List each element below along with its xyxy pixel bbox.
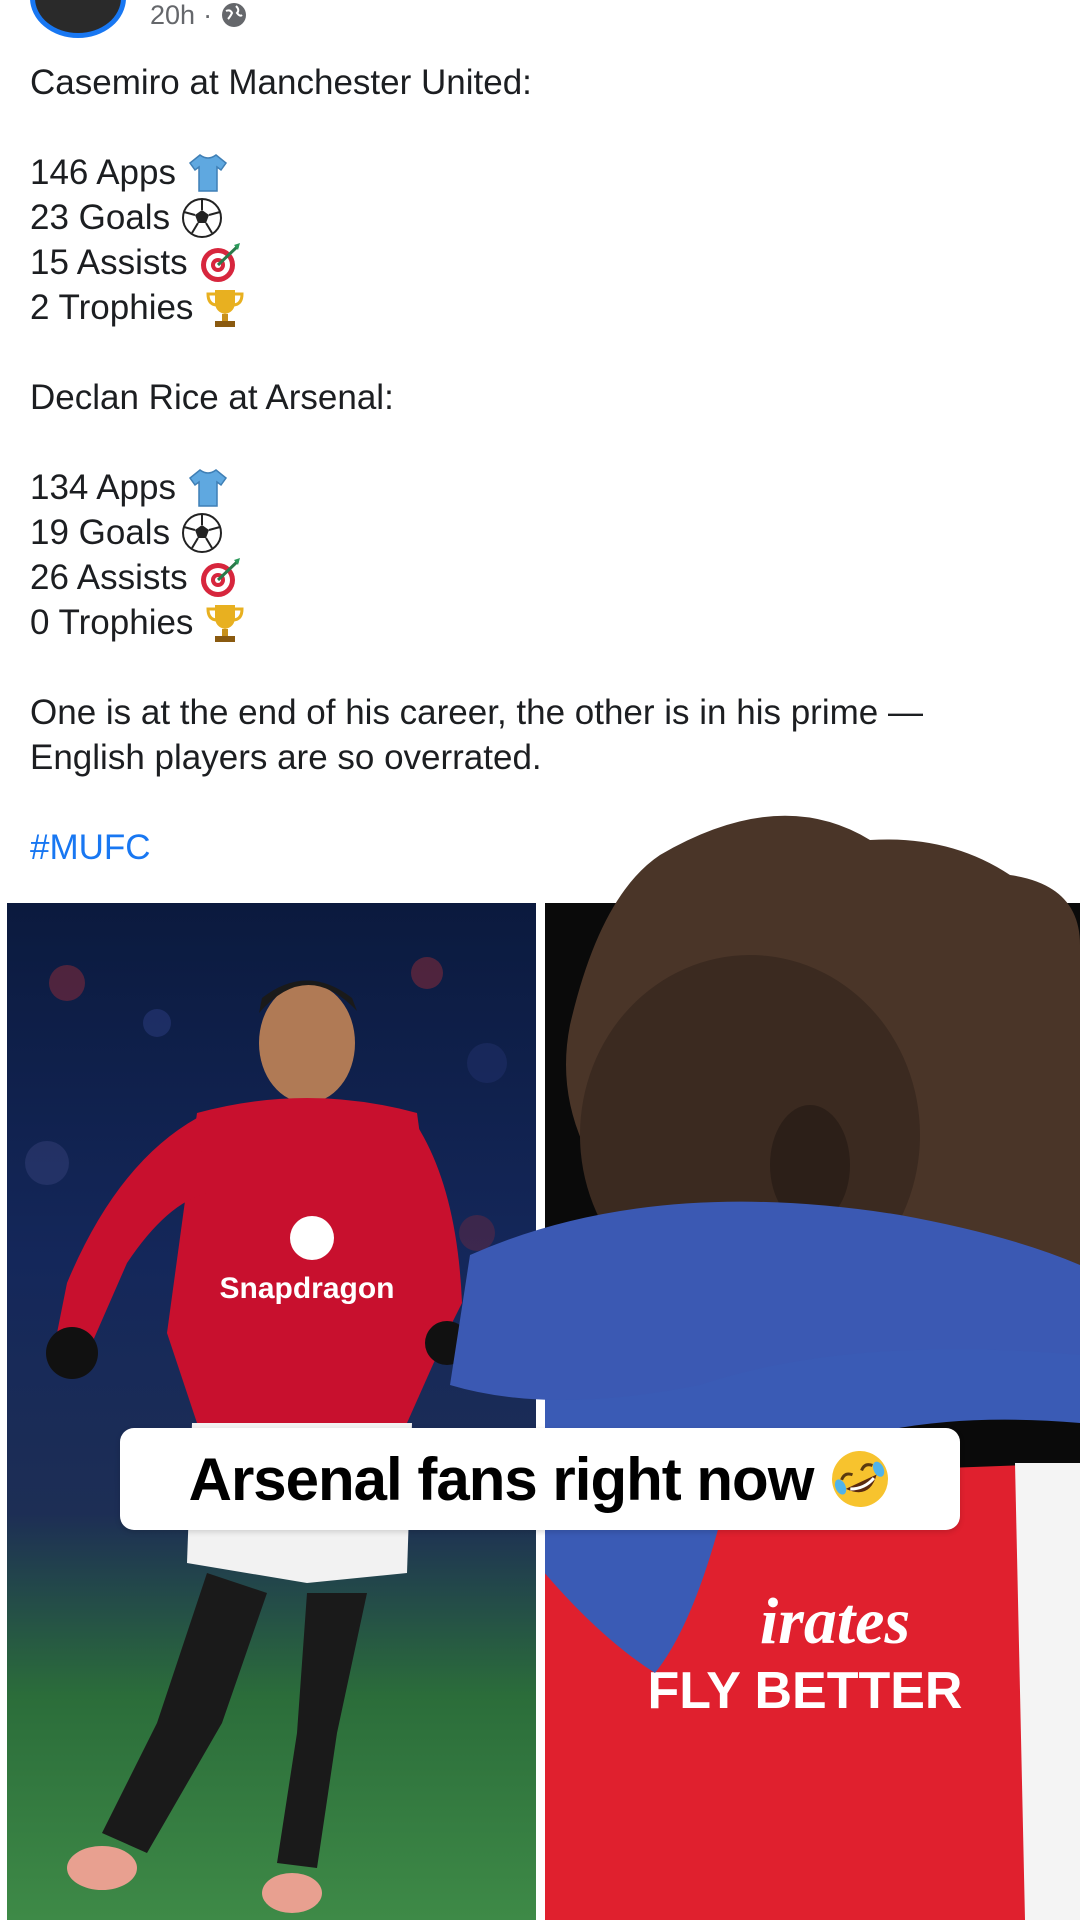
soccer-ball-icon [182,512,223,553]
post-meta: 20h · [150,0,248,30]
stat-apps-rice: 134 Apps [30,468,176,507]
target-icon [200,242,240,282]
shirt-icon [188,468,227,507]
rice-heading: Declan Rice at Arsenal: [30,378,394,417]
stat-line: 15 Assists [30,240,1040,285]
fan-cutout [450,815,1080,1400]
post-text: Casemiro at Manchester United: 146 Apps … [30,60,1040,870]
stat-line: 2 Trophies [30,285,1040,330]
post-timestamp[interactable]: 20h [150,0,195,30]
stat-line: 0 Trophies [30,600,1040,645]
trophy-icon [206,289,244,327]
caption-overlay: Arsenal fans right now [120,1428,960,1530]
sponsor-line-1: irates [760,1585,910,1658]
sponsor-snapdragon: Snapdragon [219,1272,394,1305]
sponsor-line-2: FLY BETTER [648,1662,963,1720]
shirt-icon [188,153,227,192]
soccer-ball-icon [182,197,223,238]
meta-separator: · [203,0,213,30]
stat-goals-casemiro: 23 Goals [30,198,171,237]
stat-line: 146 Apps [30,150,1040,195]
casemiro-heading: Casemiro at Manchester United: [30,63,532,102]
stat-line: 26 Assists [30,555,1040,600]
stat-line: 134 Apps [30,465,1040,510]
stat-line: 19 Goals [30,510,1040,555]
conclusion-line-1: One is at the end of his career, the oth… [30,693,923,732]
trophy-icon [206,604,244,642]
globe-icon [222,3,247,27]
stat-apps-casemiro: 146 Apps [30,153,176,192]
stat-assists-casemiro: 15 Assists [30,243,188,282]
stat-trophies-casemiro: 2 Trophies [30,288,194,327]
rolling-laughing-emoji-icon [832,1451,889,1507]
stat-goals-rice: 19 Goals [30,513,171,552]
stat-trophies-rice: 0 Trophies [30,603,194,642]
stat-line: 23 Goals [30,195,1040,240]
avatar[interactable] [30,0,126,38]
caption-text: Arsenal fans right now [188,1445,815,1513]
conclusion-line-2: English players are so overrated. [30,738,542,777]
stat-assists-rice: 26 Assists [30,558,188,597]
target-icon [200,557,240,597]
